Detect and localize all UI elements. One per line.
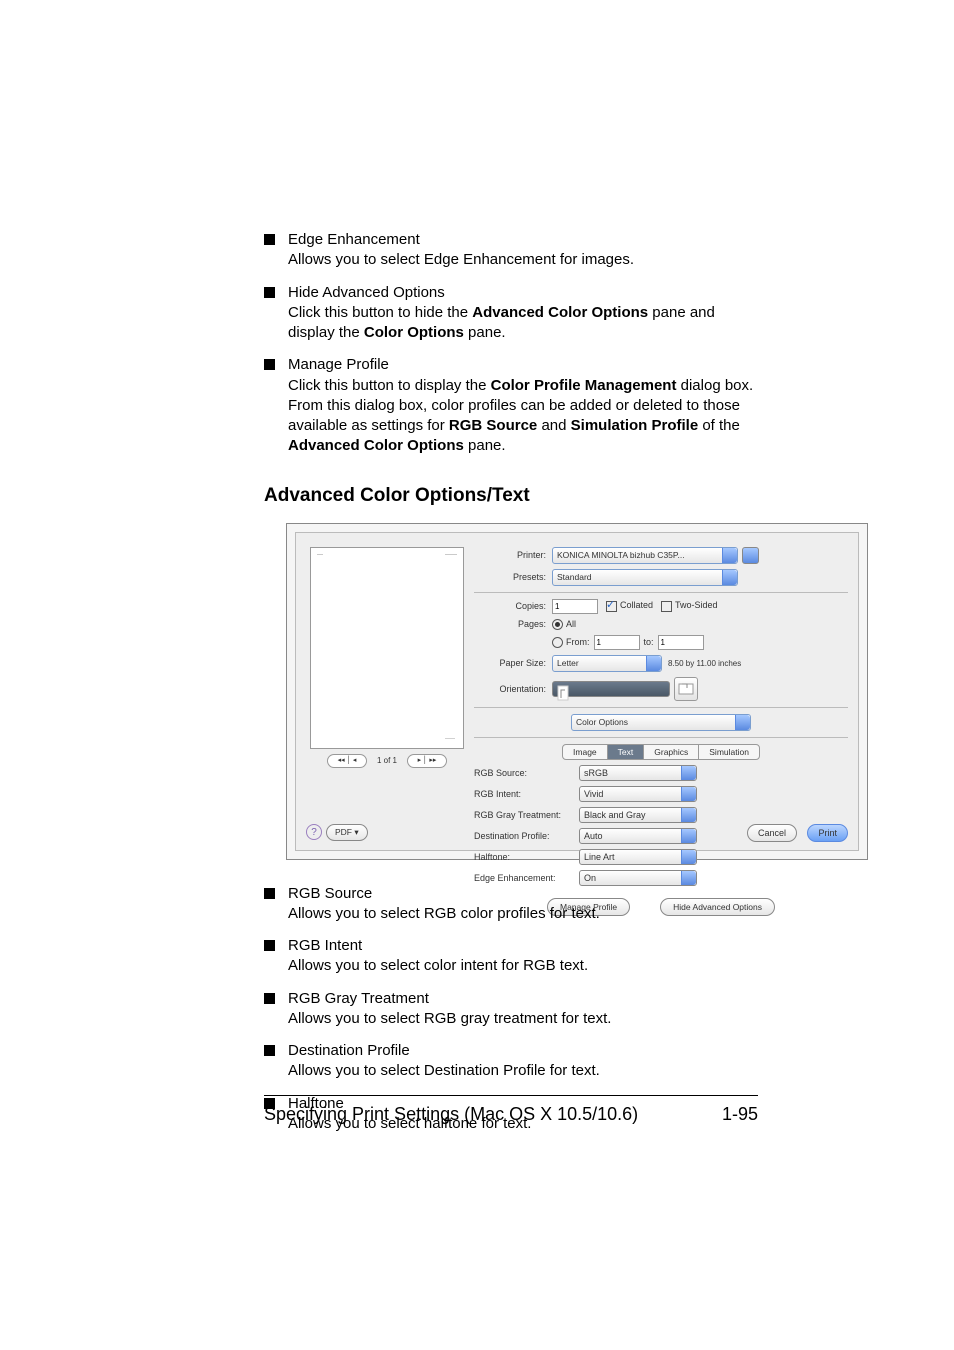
bullet-square-icon — [264, 234, 275, 245]
tab-text[interactable]: Text — [608, 745, 645, 759]
bullet-item: RGB IntentAllows you to select color int… — [264, 936, 758, 977]
bullet-title: Destination Profile — [288, 1041, 758, 1061]
tab-graphics[interactable]: Graphics — [644, 745, 699, 759]
bullet-desc: Allows you to select color intent for RG… — [288, 956, 758, 976]
bullet-desc: Allows you to select RGB color profiles … — [288, 904, 758, 924]
print-dialog-screenshot: ————— ◂◂ │ ◂ 1 of 1 ▸ │ ▸▸ Printer: KONI… — [286, 523, 868, 860]
from-input[interactable] — [594, 635, 640, 650]
collated-checkbox[interactable] — [606, 601, 617, 612]
option-label: Halftone: — [474, 852, 579, 862]
bullet-title: Hide Advanced Options — [288, 283, 758, 303]
bullet-square-icon — [264, 287, 275, 298]
bullet-desc: Click this button to display the Color P… — [288, 376, 758, 457]
bullet-square-icon — [264, 1045, 275, 1056]
bullet-square-icon — [264, 888, 275, 899]
two-sided-checkbox[interactable] — [661, 601, 672, 612]
nav-first-prev[interactable]: ◂◂ │ ◂ — [327, 754, 367, 768]
bullet-item: Edge EnhancementAllows you to select Edg… — [264, 230, 758, 271]
nav-next-last[interactable]: ▸ │ ▸▸ — [407, 754, 447, 768]
help-icon[interactable]: ? — [306, 824, 322, 840]
footer-right: 1-95 — [722, 1104, 758, 1125]
option-label: RGB Source: — [474, 768, 579, 778]
bullet-title: Edge Enhancement — [288, 230, 758, 250]
printer-select[interactable]: KONICA MINOLTA bizhub C35P... — [552, 547, 738, 564]
copies-input[interactable] — [552, 599, 598, 614]
nav-page-indicator: 1 of 1 — [377, 756, 397, 765]
pdf-menu-button[interactable]: PDF ▾ — [326, 824, 368, 841]
bullet-desc: Click this button to hide the Advanced C… — [288, 303, 758, 344]
cancel-button[interactable]: Cancel — [747, 824, 797, 842]
option-select[interactable]: sRGB — [579, 765, 697, 781]
bullet-item: RGB Gray TreatmentAllows you to select R… — [264, 989, 758, 1030]
tab-image[interactable]: Image — [563, 745, 608, 759]
option-label: RGB Intent: — [474, 789, 579, 799]
orientation-landscape[interactable] — [674, 677, 698, 701]
pages-all-radio[interactable] — [552, 619, 563, 630]
presets-select[interactable]: Standard — [552, 569, 738, 586]
bullet-item: Hide Advanced OptionsClick this button t… — [264, 283, 758, 344]
pages-range-radio[interactable] — [552, 637, 563, 648]
bullet-item: Manage ProfileClick this button to displ… — [264, 355, 758, 456]
print-button[interactable]: Print — [807, 824, 848, 842]
bullet-title: Manage Profile — [288, 355, 758, 375]
option-select[interactable]: Black and Gray — [579, 807, 697, 823]
from-label: From: — [566, 637, 590, 647]
pages-all-label: All — [566, 619, 576, 629]
pane-select[interactable]: Color Options — [571, 714, 751, 731]
bullet-square-icon — [264, 359, 275, 370]
paper-dim: 8.50 by 11.00 inches — [668, 659, 741, 668]
bullet-title: RGB Intent — [288, 936, 758, 956]
printer-info-button[interactable] — [742, 547, 759, 564]
preview-nav: ◂◂ │ ◂ 1 of 1 ▸ │ ▸▸ — [310, 754, 464, 768]
two-sided-label: Two-Sided — [675, 600, 718, 610]
option-select[interactable]: Vivid — [579, 786, 697, 802]
paper-size-label: Paper Size: — [474, 658, 546, 668]
bullet-item: RGB SourceAllows you to select RGB color… — [264, 884, 758, 925]
to-label: to: — [644, 637, 654, 647]
option-select[interactable]: Line Art — [579, 849, 697, 865]
option-label: RGB Gray Treatment: — [474, 810, 579, 820]
footer-left: Specifying Print Settings (Mac OS X 10.5… — [264, 1104, 638, 1125]
bullet-square-icon — [264, 940, 275, 951]
tab-simulation[interactable]: Simulation — [699, 745, 759, 759]
bullet-title: RGB Gray Treatment — [288, 989, 758, 1009]
orientation-portrait[interactable] — [552, 681, 670, 697]
section-heading: Advanced Color Options/Text — [264, 485, 758, 507]
bullet-desc: Allows you to select Destination Profile… — [288, 1061, 758, 1081]
orientation-label: Orientation: — [474, 684, 546, 694]
collated-label: Collated — [620, 600, 653, 610]
bullet-title: RGB Source — [288, 884, 758, 904]
printer-label: Printer: — [474, 550, 546, 560]
option-label: Edge Enhancement: — [474, 873, 579, 883]
pages-label: Pages: — [474, 619, 546, 629]
bullet-desc: Allows you to select Edge Enhancement fo… — [288, 250, 758, 270]
presets-label: Presets: — [474, 572, 546, 582]
paper-size-select[interactable]: Letter — [552, 655, 662, 672]
bullet-square-icon — [264, 993, 275, 1004]
bullet-desc: Allows you to select RGB gray treatment … — [288, 1009, 758, 1029]
preview-thumbnail: ————— — [310, 547, 464, 749]
bullet-item: Destination ProfileAllows you to select … — [264, 1041, 758, 1082]
to-input[interactable] — [658, 635, 704, 650]
copies-label: Copies: — [474, 601, 546, 611]
